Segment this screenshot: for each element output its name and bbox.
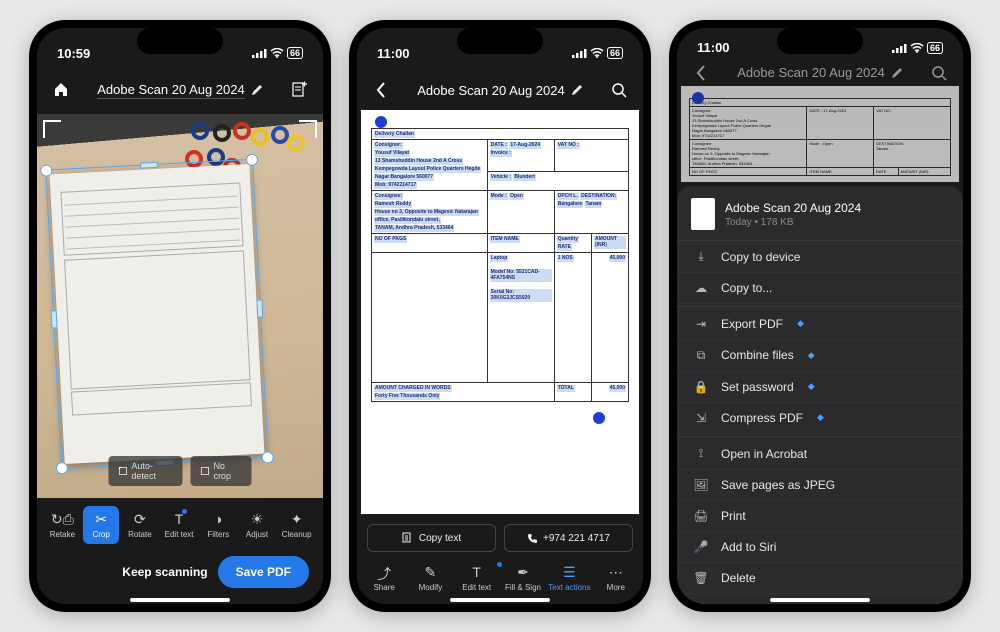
- keep-scanning-button[interactable]: Keep scanning: [122, 565, 207, 579]
- retake-button[interactable]: ↻⎙Retake: [44, 506, 80, 544]
- premium-icon: ◆: [808, 381, 815, 392]
- clock: 10:59: [57, 46, 90, 61]
- home-indicator[interactable]: [130, 598, 230, 602]
- sheet-subtitle: Today • 178 KB: [725, 217, 861, 228]
- clock: 11:00: [377, 46, 410, 61]
- menu-print[interactable]: 🖨Print: [677, 501, 963, 532]
- search-icon[interactable]: [929, 63, 949, 83]
- wifi-icon: [270, 48, 284, 58]
- adjust-button[interactable]: ☀Adjust: [239, 506, 275, 544]
- premium-icon: ◆: [797, 318, 804, 329]
- menu-acrobat[interactable]: ⟟Open in Acrobat: [677, 438, 963, 470]
- lock-icon: 🔒: [693, 380, 709, 394]
- menu-siri[interactable]: 🎤Add to Siri: [677, 532, 963, 563]
- selection-handle[interactable]: [375, 116, 387, 128]
- wifi-icon: [590, 48, 604, 58]
- edit-title-icon[interactable]: [571, 84, 583, 96]
- viewfinder-corner: [43, 120, 61, 138]
- auto-detect-button[interactable]: Auto-detect: [109, 456, 183, 486]
- home-indicator[interactable]: [770, 598, 870, 602]
- back-icon[interactable]: [691, 63, 711, 83]
- doc-thumbnail: [691, 198, 715, 230]
- search-icon[interactable]: [609, 80, 629, 100]
- menu-delete[interactable]: 🗑Delete: [677, 563, 963, 594]
- edit-title-icon[interactable]: [251, 84, 263, 96]
- fill-sign-button[interactable]: ✒Fill & Sign: [502, 564, 544, 592]
- document-title: Adobe Scan 20 Aug 2024: [737, 65, 884, 80]
- print-icon: 🖨: [693, 509, 709, 523]
- menu-export-pdf[interactable]: ⇥Export PDF◆: [677, 309, 963, 340]
- menu-save-jpeg[interactable]: 🖼Save pages as JPEG: [677, 470, 963, 501]
- modify-button[interactable]: ✎Modify: [409, 564, 451, 592]
- share-button[interactable]: ⤴Share: [363, 564, 405, 592]
- call-number-button[interactable]: +974 221 4717: [504, 524, 633, 552]
- copy-text-button[interactable]: Copy text: [367, 524, 496, 552]
- home-indicator[interactable]: [450, 598, 550, 602]
- edit-text-button[interactable]: TEdit text: [456, 564, 498, 592]
- more-button[interactable]: ⋯More: [595, 564, 637, 592]
- text-actions-button[interactable]: ☰Text actions: [548, 564, 590, 592]
- menu-compress[interactable]: ⇲Compress PDF◆: [677, 403, 963, 434]
- menu-copy-to[interactable]: ☁Copy to...: [677, 273, 963, 304]
- signal-icon: [572, 48, 587, 58]
- photo-viewport[interactable]: Auto-detect No crop: [37, 114, 323, 498]
- document-page[interactable]: Delivery Challan Consignor: Yousuf Vilay…: [361, 110, 639, 514]
- crop-button[interactable]: ✂Crop: [83, 506, 119, 544]
- trash-icon: 🗑: [693, 571, 709, 585]
- premium-icon: ◆: [817, 412, 824, 423]
- menu-list[interactable]: ⤓Copy to device ☁Copy to... ⇥Export PDF◆…: [677, 241, 963, 594]
- app-header: Adobe Scan 20 Aug 2024: [357, 70, 643, 110]
- sheet-title: Adobe Scan 20 Aug 2024: [725, 201, 861, 215]
- battery-icon: 66: [927, 42, 943, 54]
- menu-copy-device[interactable]: ⤓Copy to device: [677, 241, 963, 273]
- menu-password[interactable]: 🔒Set password◆: [677, 372, 963, 403]
- no-crop-button[interactable]: No crop: [191, 456, 252, 486]
- export-icon: ⇥: [693, 317, 709, 331]
- back-icon[interactable]: [371, 80, 391, 100]
- signal-icon: [252, 48, 267, 58]
- document-title[interactable]: Adobe Scan 20 Aug 2024: [97, 82, 244, 99]
- document-title: Adobe Scan 20 Aug 2024: [417, 83, 564, 98]
- clock: 11:00: [697, 40, 730, 55]
- cleanup-button[interactable]: ✦Cleanup: [278, 506, 316, 544]
- signal-icon: [892, 43, 907, 53]
- image-icon: 🖼: [693, 478, 709, 492]
- rotate-button[interactable]: ⟳Rotate: [122, 506, 158, 544]
- mic-icon: 🎤: [693, 540, 709, 554]
- cloud-icon: ☁: [693, 281, 709, 295]
- add-page-icon[interactable]: [289, 80, 309, 100]
- bottom-toolbar: ⤴Share ✎Modify TEdit text ✒Fill & Sign ☰…: [357, 558, 643, 594]
- battery-icon: 66: [287, 47, 303, 59]
- filters-button[interactable]: ◑Filters: [200, 506, 236, 544]
- edit-text-button[interactable]: TEdit text: [161, 506, 198, 544]
- selection-handle[interactable]: [593, 412, 605, 424]
- acrobat-icon: ⟟: [693, 446, 709, 461]
- crop-frame[interactable]: [45, 159, 268, 469]
- sheet-header: Adobe Scan 20 Aug 2024 Today • 178 KB: [677, 186, 963, 241]
- download-icon: ⤓: [693, 249, 709, 264]
- edit-toolbar: ↻⎙Retake ✂Crop ⟳Rotate TEdit text ◑Filte…: [37, 498, 323, 548]
- battery-icon: 66: [607, 47, 623, 59]
- menu-combine[interactable]: ⧉Combine files◆: [677, 340, 963, 372]
- app-header: Adobe Scan 20 Aug 2024: [37, 70, 323, 110]
- premium-icon: ◆: [808, 350, 815, 361]
- wifi-icon: [910, 43, 924, 53]
- home-icon[interactable]: [51, 80, 71, 100]
- compress-icon: ⇲: [693, 411, 709, 425]
- document-preview: Delivery Challan Consignor: Yousuf Vilay…: [681, 86, 959, 182]
- edit-title-icon[interactable]: [891, 67, 903, 79]
- app-header: Adobe Scan 20 Aug 2024: [677, 59, 963, 86]
- actions-sheet: Adobe Scan 20 Aug 2024 Today • 178 KB ⤓C…: [677, 186, 963, 604]
- save-pdf-button[interactable]: Save PDF: [218, 556, 309, 588]
- combine-icon: ⧉: [693, 348, 709, 363]
- viewfinder-corner: [299, 120, 317, 138]
